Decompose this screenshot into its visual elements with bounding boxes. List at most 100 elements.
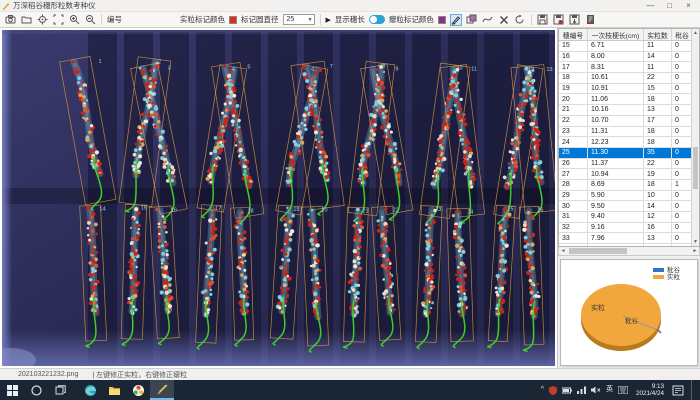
grain-mark[interactable] — [354, 235, 358, 239]
grain-mark[interactable] — [241, 211, 244, 214]
table-row[interactable]: 178.31110 — [559, 62, 699, 73]
grain-mark[interactable] — [81, 98, 84, 101]
play-button[interactable]: ▶ — [326, 16, 331, 24]
grain-mark[interactable] — [427, 217, 429, 219]
grain-mark[interactable] — [311, 234, 315, 238]
grain-mark[interactable] — [310, 109, 313, 112]
grain-mark[interactable] — [461, 250, 465, 254]
grain-mark[interactable] — [462, 118, 466, 122]
grain-mark[interactable] — [289, 238, 293, 242]
grain-mark[interactable] — [505, 185, 509, 189]
show-spike-length-toggle[interactable] — [369, 15, 385, 24]
grain-mark[interactable] — [526, 271, 530, 275]
grain-mark[interactable] — [425, 229, 428, 232]
grain-mark[interactable] — [359, 175, 361, 177]
grain-mark[interactable] — [87, 221, 91, 225]
grain-mark[interactable] — [95, 233, 98, 236]
grain-mark[interactable] — [525, 252, 529, 256]
save-export-icon[interactable] — [569, 14, 581, 26]
edge-browser-icon[interactable] — [78, 380, 102, 400]
grain-mark[interactable] — [377, 229, 381, 233]
grain-mark[interactable] — [214, 166, 217, 169]
grain-mark[interactable] — [314, 130, 318, 134]
grain-mark[interactable] — [239, 141, 241, 143]
grain-mark[interactable] — [239, 302, 243, 306]
grain-mark[interactable] — [209, 152, 212, 155]
grain-mark[interactable] — [432, 220, 436, 224]
grain-mark[interactable] — [387, 124, 391, 128]
table-row[interactable]: 2412.23180 — [559, 137, 699, 148]
grain-mark[interactable] — [395, 147, 398, 150]
grain-mark[interactable] — [136, 289, 138, 291]
grain-mark[interactable] — [500, 254, 503, 257]
grain-mark[interactable] — [496, 293, 500, 297]
grain-mark[interactable] — [242, 156, 245, 159]
grain-mark[interactable] — [165, 291, 169, 295]
grain-mark[interactable] — [377, 219, 380, 222]
grain-mark[interactable] — [236, 104, 240, 108]
grain-mark[interactable] — [382, 278, 384, 280]
grain-mark[interactable] — [232, 107, 236, 111]
grain-mark[interactable] — [315, 90, 317, 92]
grain-mark[interactable] — [209, 178, 212, 181]
grain-mark[interactable] — [94, 284, 96, 286]
grain-mark[interactable] — [314, 99, 318, 103]
grain-mark[interactable] — [239, 235, 242, 238]
grain-mark[interactable] — [364, 144, 367, 147]
grain-mark[interactable] — [312, 248, 315, 251]
maximize-button[interactable]: □ — [660, 0, 679, 11]
grain-mark[interactable] — [464, 172, 467, 175]
grain-mark[interactable] — [442, 132, 444, 134]
grain-mark[interactable] — [428, 227, 431, 230]
grain-mark[interactable] — [382, 115, 386, 119]
pie-filled-slice[interactable] — [581, 284, 661, 346]
grain-mark[interactable] — [243, 276, 247, 280]
grain-mark[interactable] — [454, 104, 457, 107]
grain-mark[interactable] — [88, 131, 91, 134]
grain-mark[interactable] — [374, 77, 376, 79]
grain-mark[interactable] — [527, 211, 530, 214]
grain-mark[interactable] — [233, 89, 236, 92]
grain-mark[interactable] — [319, 151, 322, 154]
grain-mark[interactable] — [139, 154, 142, 157]
grain-mark[interactable] — [215, 164, 217, 166]
grain-mark[interactable] — [325, 176, 328, 179]
grain-mark[interactable] — [168, 298, 172, 302]
grain-mark[interactable] — [384, 267, 387, 270]
grain-mark[interactable] — [127, 301, 130, 304]
grain-mark[interactable] — [286, 207, 288, 209]
grain-mark[interactable] — [452, 84, 456, 88]
grain-mark[interactable] — [280, 266, 282, 268]
grain-mark[interactable] — [383, 71, 385, 73]
grain-mark[interactable] — [464, 162, 468, 166]
vertical-scroll-thumb[interactable] — [693, 147, 698, 189]
grain-mark[interactable] — [134, 252, 138, 256]
grain-mark[interactable] — [455, 256, 457, 258]
grain-mark[interactable] — [154, 106, 158, 110]
grain-mark[interactable] — [388, 275, 392, 279]
grain-mark[interactable] — [170, 165, 174, 169]
grain-mark[interactable] — [161, 266, 164, 269]
grain-mark[interactable] — [448, 123, 450, 125]
grain-mark[interactable] — [168, 283, 172, 287]
grain-mark[interactable] — [353, 249, 357, 253]
grain-mark[interactable] — [318, 68, 322, 72]
grain-mark[interactable] — [442, 129, 444, 131]
grain-mark[interactable] — [532, 153, 535, 156]
grain-mark[interactable] — [382, 105, 385, 108]
grain-mark[interactable] — [291, 222, 294, 225]
grain-mark[interactable] — [238, 258, 241, 261]
grain-mark[interactable] — [244, 159, 247, 162]
grain-mark[interactable] — [511, 151, 514, 154]
grain-mark[interactable] — [310, 265, 313, 268]
grain-mark[interactable] — [319, 156, 321, 158]
grain-mark[interactable] — [305, 79, 309, 83]
grain-mark[interactable] — [238, 126, 240, 128]
grain-mark[interactable] — [146, 76, 149, 79]
tray-expand-caret[interactable]: ^ — [541, 380, 544, 400]
grain-mark[interactable] — [524, 245, 528, 249]
grain-mark[interactable] — [423, 290, 426, 293]
grain-mark[interactable] — [442, 137, 445, 140]
grain-mark[interactable] — [243, 269, 246, 272]
grain-mark[interactable] — [495, 286, 498, 289]
